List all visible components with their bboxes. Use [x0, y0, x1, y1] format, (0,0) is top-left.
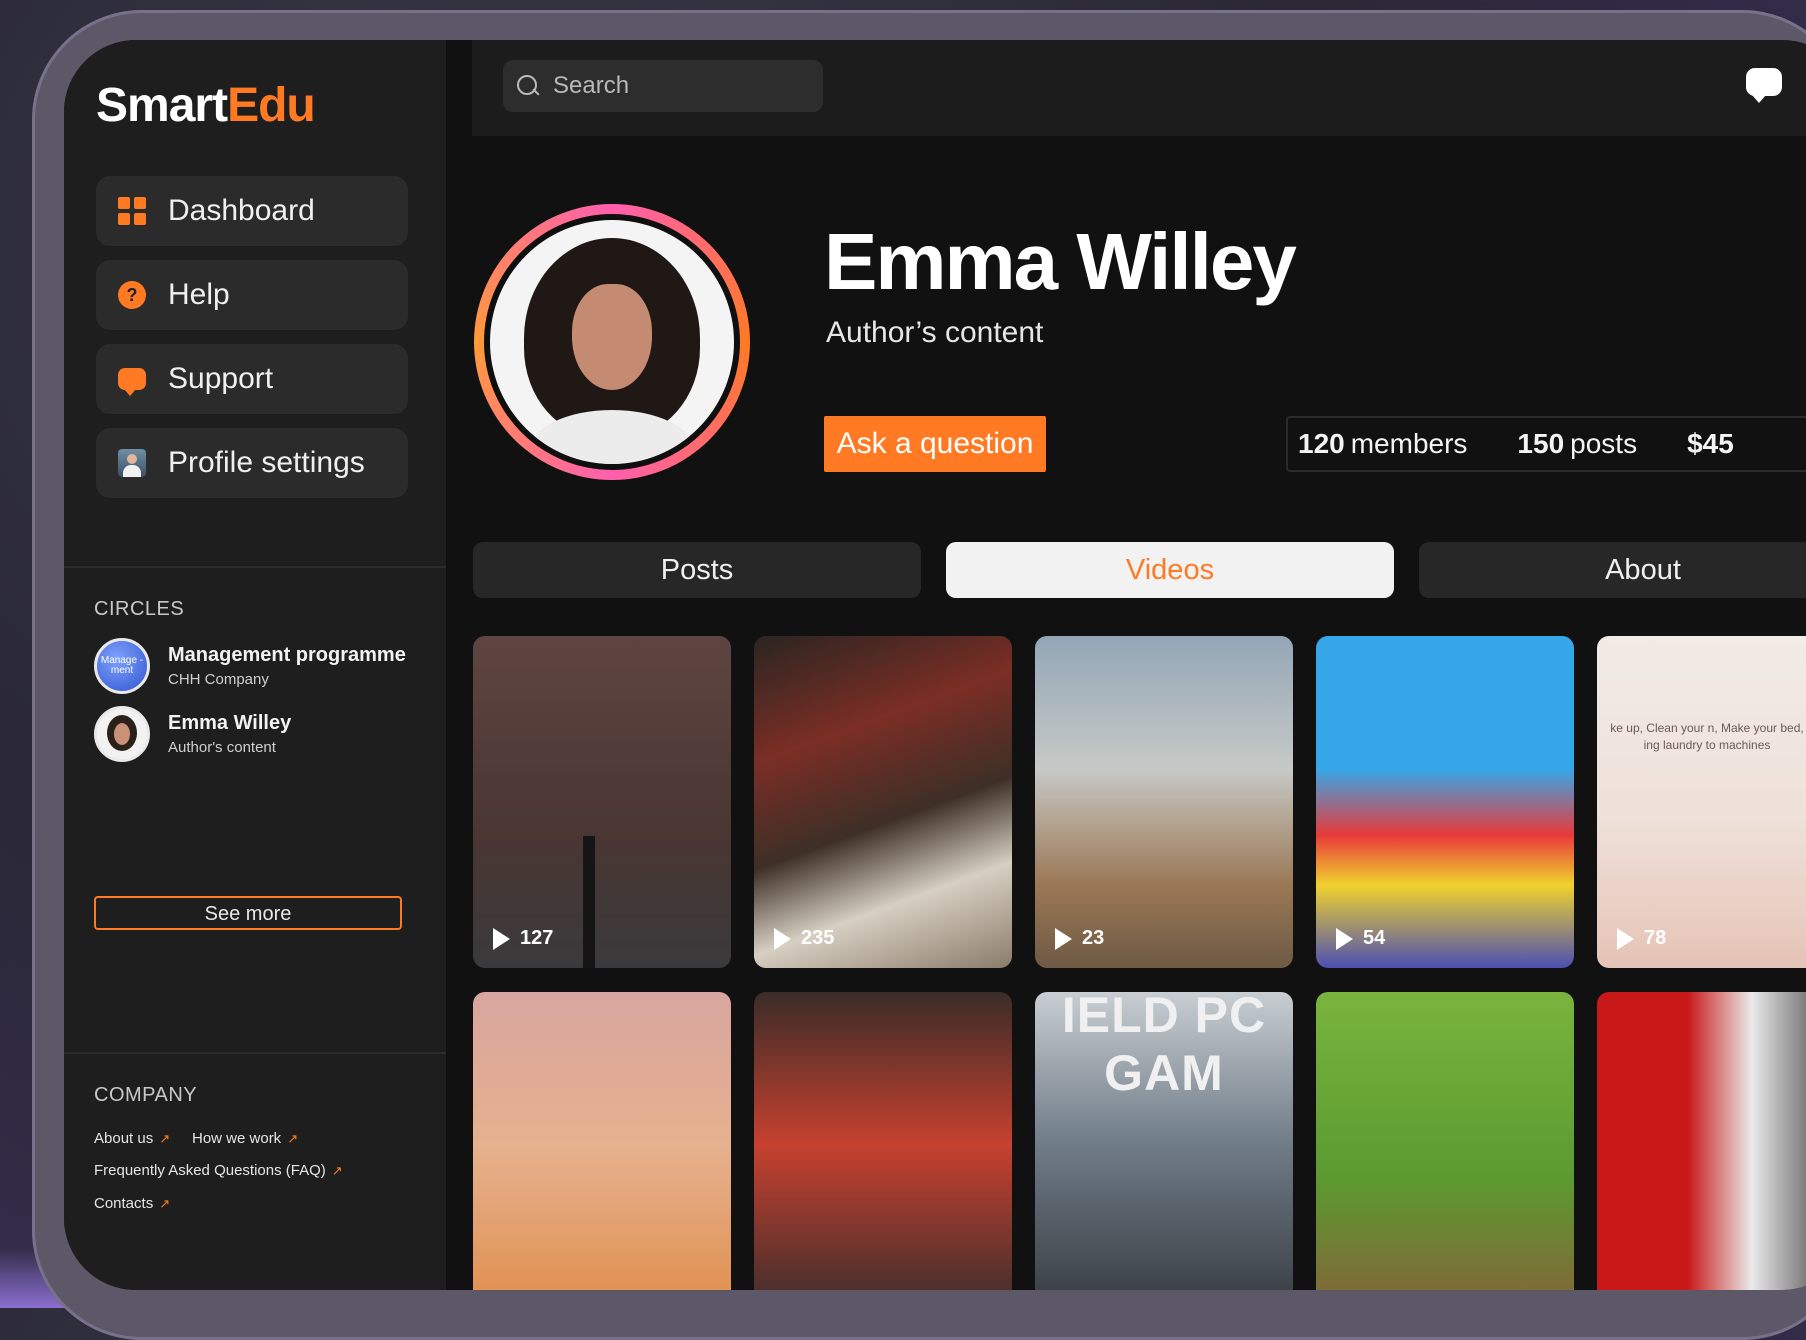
link-contacts[interactable]: Contacts ↗: [94, 1195, 170, 1212]
view-count: 235: [774, 927, 834, 950]
video-thumbnail[interactable]: ke up, Clean your n, Make your bed, ing …: [1597, 636, 1806, 968]
search-box[interactable]: [503, 60, 823, 112]
video-thumbnail[interactable]: [1316, 992, 1574, 1290]
video-thumbnail[interactable]: [1597, 992, 1806, 1290]
grid-icon: [118, 197, 146, 225]
link-faq[interactable]: Frequently Asked Questions (FAQ) ↗: [94, 1162, 343, 1179]
message-icon[interactable]: [1746, 68, 1782, 103]
logo-accent: Edu: [227, 79, 316, 132]
stat-price: $45: [1687, 428, 1734, 459]
video-thumbnail[interactable]: IELD PC GAM: [1035, 992, 1293, 1290]
circle-item-emma[interactable]: Emma Willey Author's content: [94, 706, 291, 762]
circle-sub: Author's content: [168, 739, 276, 756]
sidebar: SmartEdu Dashboard ? Help Support Profil…: [64, 40, 446, 1290]
chat-icon: [118, 368, 146, 396]
arrow-up-right-icon: ↗: [159, 1131, 171, 1146]
app-window: SmartEdu Dashboard ? Help Support Profil…: [64, 40, 1806, 1290]
view-count: 78: [1617, 927, 1666, 950]
nav-support[interactable]: Support: [96, 344, 408, 414]
arrow-up-right-icon: ↗: [331, 1163, 343, 1178]
arrow-up-right-icon: ↗: [159, 1196, 171, 1211]
see-more-button[interactable]: See more: [94, 896, 402, 930]
circle-sub: CHH Company: [168, 671, 269, 688]
avatar-icon: [118, 449, 146, 477]
ask-question-button[interactable]: Ask a question: [824, 416, 1046, 472]
search-input[interactable]: [551, 71, 805, 101]
tab-about[interactable]: About: [1419, 542, 1806, 598]
profile-subtitle: Author’s content: [826, 316, 1044, 349]
play-icon: [1055, 927, 1072, 950]
profile-stats: 120 members 150 posts $45: [1286, 416, 1806, 472]
profile-avatar: [484, 214, 740, 470]
video-thumbnail[interactable]: 23: [1035, 636, 1293, 968]
nav-label: Profile settings: [168, 446, 365, 479]
circle-name: Emma Willey: [168, 712, 292, 734]
stat-posts: 150 posts: [1517, 428, 1638, 459]
nav-label: Help: [168, 278, 230, 311]
play-icon: [1617, 927, 1634, 950]
circles-title: CIRCLES: [94, 598, 185, 620]
stat-members: 120 members: [1298, 428, 1468, 459]
thumbnail-text: IELD PC GAM: [1061, 992, 1267, 1101]
circle-avatar: [94, 706, 150, 762]
nav-profile-settings[interactable]: Profile settings: [96, 428, 408, 498]
circle-avatar: Manage -ment: [94, 638, 150, 694]
nav-label: Dashboard: [168, 194, 315, 227]
video-thumbnail[interactable]: [473, 992, 731, 1290]
view-count: 54: [1336, 927, 1385, 950]
video-thumbnail[interactable]: [754, 992, 1012, 1290]
video-thumbnail[interactable]: 235: [754, 636, 1012, 968]
play-icon: [493, 927, 510, 950]
view-count: 127: [493, 927, 553, 950]
thumbnail-text: ke up, Clean your n, Make your bed, ing …: [1610, 721, 1804, 752]
help-icon: ?: [118, 281, 146, 309]
play-icon: [1336, 927, 1353, 950]
profile-name: Emma Willey: [824, 217, 1297, 306]
arrow-up-right-icon: ↗: [287, 1131, 299, 1146]
circle-name: Management programme: [168, 644, 406, 666]
tab-posts[interactable]: Posts: [473, 542, 921, 598]
company-title: COMPANY: [94, 1084, 198, 1106]
video-thumbnail[interactable]: 54: [1316, 636, 1574, 968]
divider: [64, 1052, 446, 1054]
link-about-us[interactable]: About us ↗: [94, 1130, 170, 1147]
nav-help[interactable]: ? Help: [96, 260, 408, 330]
nav-label: Support: [168, 362, 274, 395]
divider: [64, 566, 446, 568]
circle-item-management[interactable]: Manage -ment Management programme CHH Co…: [94, 638, 406, 694]
view-count: 23: [1055, 927, 1104, 950]
play-icon: [774, 927, 791, 950]
logo-main: Smart: [96, 79, 228, 132]
tab-videos[interactable]: Videos: [946, 542, 1394, 598]
logo[interactable]: SmartEdu: [96, 78, 316, 133]
search-icon: [517, 75, 539, 97]
link-how-we-work[interactable]: How we work ↗: [192, 1130, 298, 1147]
video-thumbnail[interactable]: 127: [473, 636, 731, 968]
nav-dashboard[interactable]: Dashboard: [96, 176, 408, 246]
